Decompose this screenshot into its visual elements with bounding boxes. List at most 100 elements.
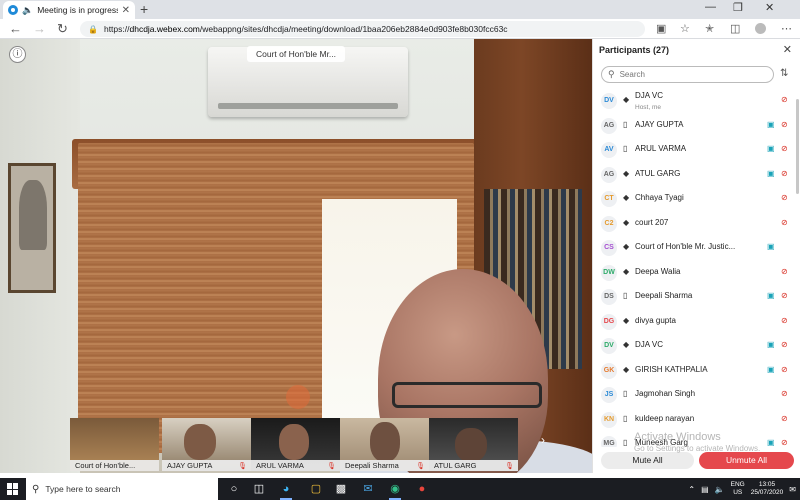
mic-muted-icon[interactable]: ⊘ (781, 120, 788, 129)
participant-row[interactable]: AG ▯ AJAY GUPTA ▣ ⊘ (593, 114, 800, 138)
participant-search-input[interactable] (619, 70, 760, 79)
minimize-icon[interactable]: — (705, 1, 716, 13)
close-panel-icon[interactable]: ✕ (783, 43, 792, 56)
web-audio-icon: ◆ (623, 217, 630, 227)
unmute-all-button[interactable]: Unmute All (699, 452, 794, 469)
url-text: https://dhcdja.webex.com/webappng/sites/… (103, 24, 508, 34)
profile-avatar-icon[interactable] (755, 23, 766, 34)
participant-row[interactable]: AV ▯ ARUL VARMA ▣ ⊘ (593, 138, 800, 162)
video-thumbnail[interactable]: AJAY GUPTA 🎙 (162, 418, 251, 471)
participant-row[interactable]: DV ◆ DJA VC ▣ ⊘ (593, 334, 800, 358)
participant-row[interactable]: DW ◆ Deepa Walia ⊘ (593, 261, 800, 285)
language-indicator[interactable]: ENG US (731, 481, 745, 497)
mic-muted-icon[interactable]: ⊘ (781, 267, 788, 276)
video-thumbnail[interactable]: ARUL VARMA 🎙 (251, 418, 340, 471)
chevron-up-icon[interactable]: ⌃ (688, 485, 695, 494)
task-view-icon[interactable]: ◫ (251, 481, 267, 497)
participant-row[interactable]: CT ◆ Chhaya Tyagi ⊘ (593, 187, 800, 211)
participant-row[interactable]: DG ◆ divya gupta ⊘ (593, 310, 800, 334)
mic-muted-icon[interactable]: ⊘ (781, 316, 788, 325)
mic-muted-icon[interactable]: ⊘ (781, 438, 788, 447)
participant-name: GIRISH KATHPALIA (635, 364, 708, 374)
mic-muted-icon: 🎙 (327, 463, 336, 470)
meeting-info-icon[interactable]: ⓘ (9, 46, 26, 63)
webex-app-icon[interactable]: ◉ (387, 481, 403, 500)
mic-muted-icon[interactable]: ⊘ (781, 95, 788, 104)
video-camera-icon: ▣ (767, 144, 775, 153)
windows-start-icon[interactable] (7, 483, 19, 495)
mic-muted-icon[interactable]: ⊘ (781, 365, 788, 374)
store-icon[interactable]: ▩ (333, 481, 349, 497)
favorites-icon[interactable]: ✭ (705, 22, 714, 35)
url-field[interactable]: 🔒 https://dhcdja.webex.com/webappng/site… (80, 21, 645, 37)
taskbar-search-placeholder: Type here to search (45, 484, 121, 494)
mic-muted-icon[interactable]: ⊘ (781, 389, 788, 398)
mic-muted-icon[interactable]: ⊘ (781, 169, 788, 178)
mic-muted-icon[interactable]: ⊘ (781, 218, 788, 227)
favorite-star-icon[interactable]: ☆ (680, 22, 690, 35)
video-thumbnail[interactable]: ATUL GARG 🎙 (429, 418, 518, 471)
mic-muted-icon[interactable]: ⊘ (781, 414, 788, 423)
participant-name: Deepa Walia (635, 266, 681, 276)
participant-search[interactable]: ⚲ (601, 66, 774, 83)
participant-name: ATUL GARG (635, 168, 681, 178)
new-tab-icon[interactable]: + (140, 1, 148, 17)
close-window-icon[interactable]: ✕ (765, 1, 774, 14)
participant-avatar: AG (601, 166, 617, 183)
web-audio-icon: ◆ (623, 242, 630, 251)
collections-icon[interactable]: ◫ (730, 22, 740, 35)
mail-icon[interactable]: ✉ (360, 481, 376, 497)
participant-row[interactable]: DV ◆ DJA VC Host, me ⊘ (593, 89, 800, 113)
video-thumbnail[interactable]: Court of Hon'ble... (70, 418, 159, 471)
mic-muted-icon[interactable]: ⊘ (781, 193, 788, 202)
reload-icon[interactable]: ↻ (57, 21, 68, 37)
sort-icon[interactable]: ⇅ (780, 68, 788, 79)
participant-row[interactable]: DS ▯ Deepali Sharma ▣ ⊘ (593, 285, 800, 309)
mic-muted-icon[interactable]: ⊘ (781, 291, 788, 300)
file-explorer-icon[interactable]: ▢ (308, 481, 324, 497)
mic-muted-icon[interactable]: ⊘ (781, 340, 788, 349)
participant-name: ARUL VARMA (635, 144, 687, 153)
participant-row[interactable]: GK ◆ GIRISH KATHPALIA ▣ ⊘ (593, 359, 800, 383)
close-tab-icon[interactable]: ✕ (122, 5, 130, 16)
video-camera-icon: ▣ (767, 438, 775, 447)
taskbar-search[interactable]: ⚲ Type here to search (26, 478, 218, 500)
mic-muted-icon[interactable]: ⊘ (781, 144, 788, 153)
web-audio-icon: ◆ (623, 364, 630, 374)
participant-row[interactable]: AG ◆ ATUL GARG ▣ ⊘ (593, 163, 800, 187)
participant-avatar: AG (601, 117, 617, 134)
participant-row[interactable]: JS ▯ Jagmohan Singh ⊘ (593, 383, 800, 407)
web-audio-icon: ◆ (623, 95, 630, 104)
more-menu-icon[interactable]: ⋯ (781, 22, 792, 35)
restore-icon[interactable]: ❐ (733, 1, 743, 14)
participant-name: Muneesh Garg (635, 438, 688, 447)
active-speaker-video[interactable]: ⓘ Court of Hon'ble Mr... Court of Hon'bl… (0, 39, 592, 473)
mute-all-button[interactable]: Mute All (601, 452, 694, 469)
video-camera-icon: ▣ (767, 242, 775, 251)
clock[interactable]: 13:05 25/07/2020 (751, 481, 784, 497)
cortana-icon[interactable]: ○ (226, 481, 242, 497)
participant-avatar: CT (601, 191, 617, 207)
mic-muted-icon: 🎙 (505, 463, 514, 470)
web-audio-icon: ◆ (623, 315, 630, 325)
volume-icon[interactable]: 🔈 (715, 485, 725, 494)
panel-scrollbar[interactable] (796, 99, 799, 194)
forward-icon[interactable]: → (33, 21, 46, 36)
participant-row[interactable]: C2 ◆ court 207 ⊘ (593, 212, 800, 236)
mobile-device-icon: ▯ (623, 413, 628, 423)
network-icon[interactable]: ▤ (701, 485, 709, 494)
chrome-icon[interactable]: ● (414, 481, 430, 497)
browser-tab-bar: 🔈 Meeting is in progress... ✕ + — ❐ ✕ (0, 0, 800, 19)
edge-browser-icon[interactable]: ◕ (278, 481, 294, 500)
participant-row[interactable]: KN ▯ kuldeep narayan ⊘ (593, 408, 800, 432)
web-audio-icon: ◆ (623, 340, 630, 349)
web-audio-icon: ◆ (623, 168, 630, 178)
back-icon[interactable]: ← (9, 21, 22, 36)
camera-permission-icon[interactable]: ▣ (656, 22, 666, 35)
notifications-icon[interactable]: ✉ (789, 485, 796, 494)
video-thumbnail[interactable]: Deepali Sharma 🎙 (340, 418, 429, 471)
participant-row[interactable]: CS ◆ Court of Hon'ble Mr. Justic... ▣ (593, 236, 800, 260)
speaker-icon[interactable]: 🔈 (22, 5, 33, 16)
browser-tab[interactable]: 🔈 Meeting is in progress... ✕ (3, 1, 135, 19)
chevron-right-icon[interactable]: › (541, 433, 545, 447)
